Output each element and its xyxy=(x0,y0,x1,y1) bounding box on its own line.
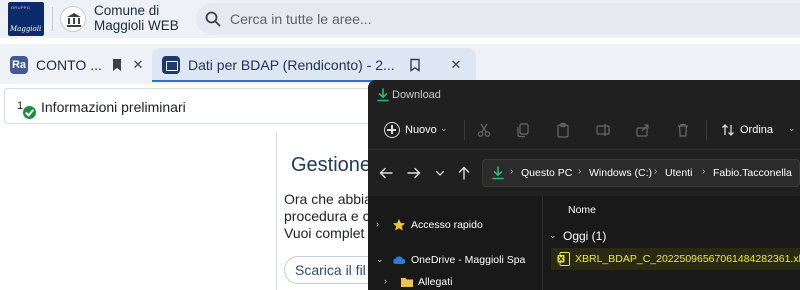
window-titlebar[interactable]: Download xyxy=(368,80,800,110)
toolbar-separator xyxy=(464,120,465,140)
tab-conto[interactable]: Ra CONTO ... ✕ xyxy=(4,48,150,82)
tree-item-onedrive[interactable]: ⌄ OneDrive - Maggioli Spa xyxy=(368,249,542,271)
top-app-bar: GRUPPO Maggioli Comune di Maggioli WEB xyxy=(0,0,800,38)
window-title: Download xyxy=(392,89,441,101)
tab-label: Dati per BDAP (Rendiconto) - 2... xyxy=(188,57,395,73)
sort-icon xyxy=(722,124,734,136)
chevron-down-icon: ⌄ xyxy=(549,230,557,240)
topbar-divider xyxy=(52,7,53,31)
org-name-line2: Maggioli WEB xyxy=(94,17,179,33)
paste-icon[interactable] xyxy=(555,122,571,138)
search-input[interactable] xyxy=(230,3,790,35)
breadcrumb-item[interactable]: Windows (C:) xyxy=(589,167,652,179)
breadcrumb-chevron-icon[interactable]: › xyxy=(578,166,581,177)
tree-item-label: Accesso rapido xyxy=(411,219,483,231)
star-icon xyxy=(393,219,405,231)
share-icon[interactable] xyxy=(635,122,651,138)
copy-icon[interactable] xyxy=(515,122,531,138)
folder-icon xyxy=(401,278,413,287)
instructions-text: Ora che abbia procedura e c Vuoi complet xyxy=(284,191,374,242)
breadcrumb-item[interactable]: Utenti xyxy=(665,167,692,179)
organization-name[interactable]: Comune di Maggioli WEB xyxy=(94,3,179,33)
step-label: Informazioni preliminari xyxy=(41,99,186,115)
instructions-line: procedura e c xyxy=(284,208,370,224)
breadcrumb-item[interactable]: Fabio.Tacconella xyxy=(713,167,792,179)
tree-item-quick-access[interactable]: › Accesso rapido xyxy=(368,214,542,236)
tree-item-label: Allegati xyxy=(418,276,453,288)
tab-label: CONTO ... xyxy=(36,57,102,73)
breadcrumb-chevron-icon[interactable]: › xyxy=(702,166,705,177)
window-icon xyxy=(162,56,180,74)
recent-chevron-icon[interactable] xyxy=(432,165,448,181)
app-ra-icon: Ra xyxy=(10,56,28,74)
download-icon xyxy=(377,88,389,102)
org-name-line1: Comune di xyxy=(94,3,160,18)
file-explorer-window: Download Nuovo ⌄ Ordina ⌄ › Questo PC › … xyxy=(368,80,800,290)
check-circle-icon xyxy=(23,106,36,119)
plus-circle-icon xyxy=(384,122,400,138)
stepper[interactable]: 1 Informazioni preliminari xyxy=(4,88,404,124)
group-label: Oggi (1) xyxy=(563,229,607,243)
address-bar[interactable]: › Questo PC › Windows (C:) › Utenti › Fa… xyxy=(482,159,800,187)
instructions-line: Ora che abbia xyxy=(284,191,372,207)
tab-dati-bdap[interactable]: Dati per BDAP (Rendiconto) - 2... ✕ xyxy=(152,48,476,82)
file-list-pane: Nome ⌄ Oggi (1) XBRL_BDAP_C_202250965670… xyxy=(543,196,800,290)
chevron-down-icon: ⌄ xyxy=(788,123,796,133)
file-name: XBRL_BDAP_C_2022509656706148428236​1.xls xyxy=(575,253,800,265)
maggioli-logo[interactable]: GRUPPO Maggioli xyxy=(8,2,44,36)
new-button[interactable]: Nuovo ⌄ xyxy=(380,118,450,142)
download-icon xyxy=(492,166,504,180)
toolbar-separator xyxy=(706,120,707,140)
back-arrow-icon[interactable] xyxy=(378,165,394,181)
tree-item-label: OneDrive - Maggioli Spa xyxy=(411,254,526,266)
logo-tagline: GRUPPO xyxy=(11,5,31,10)
chevron-down-icon[interactable]: ⌄ xyxy=(376,254,384,265)
excel-file-icon xyxy=(557,252,570,266)
chevron-right-icon[interactable]: › xyxy=(384,276,387,286)
cut-icon[interactable] xyxy=(476,122,492,138)
sort-button[interactable]: Ordina ⌄ xyxy=(718,118,798,142)
bookmark-icon[interactable] xyxy=(110,58,124,72)
delete-icon[interactable] xyxy=(675,122,691,138)
search-icon[interactable] xyxy=(205,11,221,27)
sort-label: Ordina xyxy=(740,124,774,136)
close-icon[interactable]: ✕ xyxy=(130,57,146,73)
section-title: Gestione xyxy=(291,154,372,176)
close-icon[interactable]: ✕ xyxy=(448,57,464,73)
bookmark-outline-icon[interactable] xyxy=(408,58,422,72)
navigation-bar: › Questo PC › Windows (C:) › Utenti › Fa… xyxy=(368,151,800,195)
command-bar: Nuovo ⌄ Ordina ⌄ xyxy=(368,110,800,150)
breadcrumb-chevron-icon[interactable]: › xyxy=(654,166,657,177)
logo-wordmark: Maggioli xyxy=(10,25,42,33)
global-search xyxy=(196,3,800,35)
up-arrow-icon[interactable] xyxy=(456,165,472,181)
group-header-today[interactable]: ⌄ Oggi (1) xyxy=(547,227,797,245)
breadcrumb-chevron-icon[interactable]: › xyxy=(510,166,513,177)
new-label: Nuovo xyxy=(405,124,437,136)
chevron-down-icon: ⌄ xyxy=(440,123,448,133)
content-divider xyxy=(276,132,277,290)
instructions-line: Vuoi complet xyxy=(284,225,365,241)
town-hall-icon[interactable] xyxy=(60,6,86,32)
forward-arrow-icon[interactable] xyxy=(406,165,422,181)
column-header-name[interactable]: Nome xyxy=(568,204,596,216)
breadcrumb-item[interactable]: Questo PC xyxy=(521,167,572,179)
chevron-right-icon[interactable]: › xyxy=(376,219,379,229)
rename-icon[interactable] xyxy=(595,122,611,138)
tab-strip: Ra CONTO ... ✕ Dati per BDAP (Rendiconto… xyxy=(0,44,800,84)
file-row[interactable]: XBRL_BDAP_C_2022509656706148428236​1.xls xyxy=(551,248,800,270)
tree-item-allegati[interactable]: › Allegati xyxy=(368,271,542,290)
navigation-pane: › Accesso rapido ⌄ OneDrive - Maggioli S… xyxy=(368,196,542,290)
cloud-icon xyxy=(393,256,406,264)
